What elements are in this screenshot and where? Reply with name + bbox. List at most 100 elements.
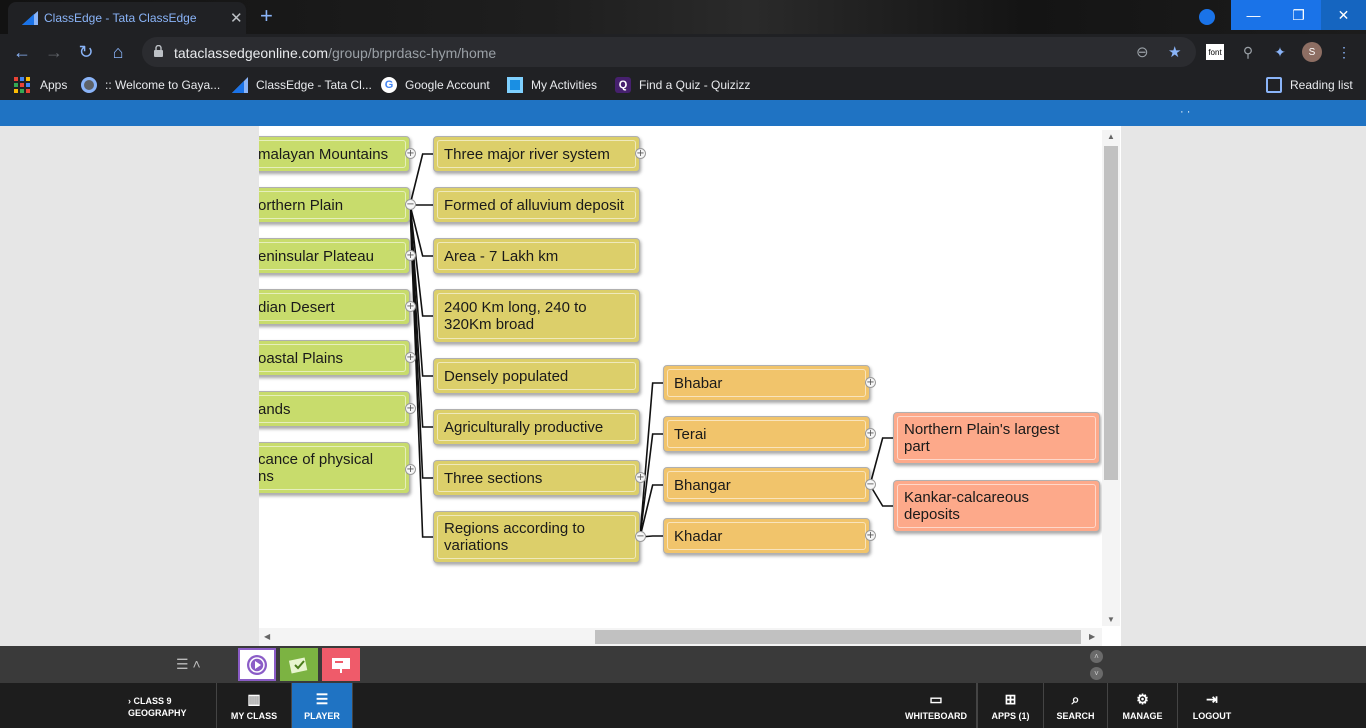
- expand-toggle-icon[interactable]: +: [865, 377, 876, 388]
- home-icon[interactable]: ⌂: [108, 42, 128, 62]
- zoom-icon[interactable]: ⊖: [1136, 43, 1149, 61]
- scroll-up-icon[interactable]: ▲: [1107, 132, 1115, 141]
- lens-extension-icon[interactable]: ⚲: [1238, 42, 1258, 62]
- class-selector[interactable]: › CLASS 9 GEOGRAPHY: [128, 695, 187, 719]
- expand-toggle-icon[interactable]: +: [405, 250, 416, 261]
- close-window-icon[interactable]: ✕: [1321, 0, 1366, 30]
- mindmap-node-formed-of-alluvium[interactable]: Formed of alluvium deposit: [433, 187, 640, 223]
- menu-kebab-icon[interactable]: ⋮: [1334, 42, 1354, 62]
- mindmap-node-bhangar[interactable]: Bhangar: [663, 467, 870, 503]
- scroll-right-icon[interactable]: ▶: [1089, 632, 1095, 641]
- outline-toggle-icon[interactable]: ☰ ˄: [176, 656, 201, 673]
- bookmark-my-activities[interactable]: My Activities: [507, 76, 597, 94]
- scroll-down-icon[interactable]: ▼: [1107, 615, 1115, 624]
- expand-toggle-icon[interactable]: +: [635, 148, 646, 159]
- bookmark-apps[interactable]: Apps: [14, 76, 67, 94]
- url-text: tataclassedgeonline.com/group/brprdasc-h…: [174, 45, 496, 61]
- mindmap-node-coastal-plains[interactable]: oastal Plains: [259, 340, 410, 376]
- scroll-left-icon[interactable]: ◀: [264, 632, 270, 641]
- expand-toggle-icon[interactable]: +: [865, 530, 876, 541]
- mindmap-node-regions-according-to-variations[interactable]: Regions according to variations: [433, 511, 640, 563]
- classedge-icon: [232, 77, 248, 93]
- nav-my-class[interactable]: ▥ MY CLASS: [216, 683, 292, 728]
- bookmark-google-account[interactable]: G Google Account: [381, 76, 490, 94]
- bookmark-gaya[interactable]: :: Welcome to Gaya...: [81, 76, 220, 94]
- connector-line: [409, 153, 433, 206]
- mindmap-node-northern-plains-largest-part[interactable]: Northern Plain's largest part: [893, 412, 1100, 464]
- lock-icon: [154, 45, 163, 57]
- address-bar[interactable]: tataclassedgeonline.com/group/brprdasc-h…: [142, 37, 1196, 67]
- mindmap-node-significance[interactable]: cance of physical ns: [259, 442, 410, 494]
- mindmap-node-agriculturally-productive[interactable]: Agriculturally productive: [433, 409, 640, 445]
- logout-icon: ⇥: [1206, 690, 1218, 707]
- nav-logout[interactable]: ⇥ LOGOUT: [1178, 683, 1246, 728]
- subject-name: GEOGRAPHY: [128, 708, 187, 718]
- minimize-icon[interactable]: —: [1231, 0, 1276, 30]
- nav-player[interactable]: ☰ PLAYER: [292, 683, 353, 728]
- expand-toggle-icon[interactable]: +: [405, 301, 416, 312]
- collapse-toggle-icon[interactable]: −: [635, 531, 646, 542]
- play-media-button[interactable]: [238, 648, 276, 681]
- mindmap-node-himalayan-mountains[interactable]: malayan Mountains: [259, 136, 410, 172]
- reload-icon[interactable]: ↻: [76, 42, 96, 62]
- expand-toggle-icon[interactable]: +: [635, 472, 646, 483]
- app-nav-bar: › CLASS 9 GEOGRAPHY ▥ MY CLASS ☰ PLAYER …: [0, 683, 1366, 728]
- url-host: tataclassedgeonline.com: [174, 45, 329, 61]
- font-extension-icon[interactable]: font: [1206, 44, 1224, 60]
- nav-label: PLAYER: [304, 710, 340, 721]
- expand-toggle-icon[interactable]: +: [865, 428, 876, 439]
- profile-avatar[interactable]: S: [1302, 42, 1322, 62]
- expand-toggle-icon[interactable]: +: [405, 148, 416, 159]
- scroll-down-circle-icon[interactable]: ˅: [1090, 667, 1103, 680]
- mindmap-node-kankar-calcareous-deposits[interactable]: Kankar-calcareous deposits: [893, 480, 1100, 532]
- expand-toggle-icon[interactable]: +: [405, 352, 416, 363]
- mindmap-node-bhabar[interactable]: Bhabar: [663, 365, 870, 401]
- mindmap-node-khadar[interactable]: Khadar: [663, 518, 870, 554]
- tab-search-icon[interactable]: [1199, 9, 1215, 25]
- mindmap-node-terai[interactable]: Terai: [663, 416, 870, 452]
- mindmap-canvas[interactable]: malayan Mountains orthern Plain eninsula…: [259, 126, 1121, 646]
- globe-icon: [81, 77, 97, 93]
- expand-toggle-icon[interactable]: +: [405, 464, 416, 475]
- presentation-button[interactable]: [322, 648, 360, 681]
- back-icon[interactable]: ←: [12, 42, 32, 62]
- mindmap-node-area[interactable]: Area - 7 Lakh km: [433, 238, 640, 274]
- mindmap-node-dimensions[interactable]: 2400 Km long, 240 to 320Km broad: [433, 289, 640, 343]
- mindmap-node-three-sections[interactable]: Three sections: [433, 460, 640, 496]
- mindmap-node-densely-populated[interactable]: Densely populated: [433, 358, 640, 394]
- presentation-icon: [332, 657, 350, 673]
- bookmark-star-icon[interactable]: ★: [1168, 43, 1181, 61]
- mindmap-node-indian-desert[interactable]: dian Desert: [259, 289, 410, 325]
- restore-icon[interactable]: ❐: [1276, 0, 1321, 30]
- forward-icon[interactable]: →: [44, 42, 64, 62]
- mindmap-node-northern-plain[interactable]: orthern Plain: [259, 187, 410, 223]
- activity-button[interactable]: [280, 648, 318, 681]
- bookmark-label: :: Welcome to Gaya...: [105, 78, 221, 92]
- books-icon: ▥: [247, 690, 261, 707]
- expand-toggle-icon[interactable]: +: [405, 403, 416, 414]
- horizontal-scrollbar[interactable]: ◀ ▶: [259, 628, 1102, 646]
- reading-list[interactable]: Reading list: [1266, 76, 1353, 94]
- nav-apps[interactable]: ⊞ APPS (1): [977, 683, 1044, 728]
- mindmap-node-peninsular-plateau[interactable]: eninsular Plateau: [259, 238, 410, 274]
- mindmap-node-islands[interactable]: ands: [259, 391, 410, 427]
- nav-label: MANAGE: [1122, 710, 1163, 721]
- extensions-puzzle-icon[interactable]: ✦: [1270, 42, 1290, 62]
- nav-search[interactable]: ⌕ SEARCH: [1044, 683, 1108, 728]
- new-tab-icon[interactable]: +: [260, 4, 273, 28]
- apps-grid-nav-icon: ⊞: [1004, 690, 1017, 707]
- mindmap-node-three-major-river-system[interactable]: Three major river system: [433, 136, 640, 172]
- bookmark-label: Google Account: [405, 78, 490, 92]
- collapse-toggle-icon[interactable]: −: [865, 479, 876, 490]
- nav-whiteboard[interactable]: ▭ WHITEBOARD: [896, 683, 977, 728]
- nav-manage[interactable]: ⚙ MANAGE: [1108, 683, 1178, 728]
- browser-tab[interactable]: ClassEdge - Tata ClassEdge ✕: [8, 2, 246, 34]
- bookmark-classedge[interactable]: ClassEdge - Tata Cl...: [232, 76, 372, 94]
- collapse-toggle-icon[interactable]: −: [405, 199, 416, 210]
- scroll-up-circle-icon[interactable]: ˄: [1090, 650, 1103, 663]
- close-tab-icon[interactable]: ✕: [230, 9, 243, 27]
- vertical-scroll-thumb[interactable]: [1104, 146, 1118, 480]
- vertical-scrollbar[interactable]: ▲ ▼: [1102, 130, 1120, 626]
- bookmark-quizizz[interactable]: Q Find a Quiz - Quizizz: [615, 76, 750, 94]
- horizontal-scroll-thumb[interactable]: [595, 630, 1081, 644]
